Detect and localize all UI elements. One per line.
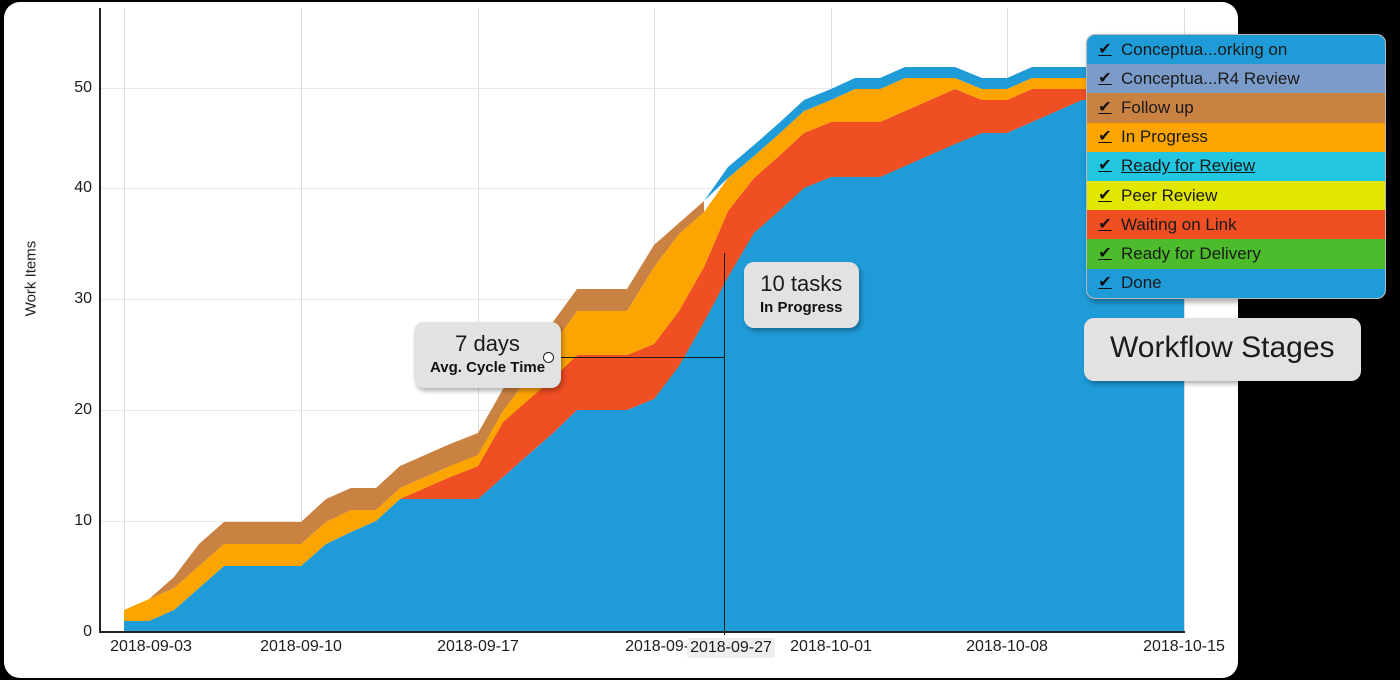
x-tick-label: 2018-10-15 <box>1143 638 1225 655</box>
x-tick-label: 2018-09-10 <box>260 638 342 655</box>
check-icon[interactable]: ✔ <box>1095 70 1115 87</box>
check-icon[interactable]: ✔ <box>1095 275 1115 291</box>
y-tick-label: 20 <box>74 401 92 418</box>
check-icon[interactable]: ✔ <box>1095 187 1115 204</box>
workflow-stages-legend[interactable]: ✔ Conceptua...orking on ✔ Conceptua...R4 Re… <box>1086 34 1386 299</box>
screenshot-root: Work Items 0 10 20 30 40 50 2018-09-03 2… <box>0 0 1400 680</box>
x-tick-label: 2018-09-17 <box>437 638 519 655</box>
crosshair-vertical-line <box>724 253 726 635</box>
y-tick-label: 0 <box>83 623 92 640</box>
legend-item-3[interactable]: ✔ In Progress <box>1087 122 1385 152</box>
legend-item-2[interactable]: ✔ Follow up <box>1087 93 1385 123</box>
y-tick-label: 10 <box>74 512 92 529</box>
tasks-tooltip: 10 tasks In Progress <box>744 262 859 329</box>
workflow-stages-title: Workflow Stages <box>1110 331 1335 364</box>
plot-area: Work Items 0 10 20 30 40 50 2018-09-03 2… <box>4 2 1238 678</box>
avg-cycle-time-value: 7 days <box>455 331 520 356</box>
x-tick-label: 2018-10-08 <box>966 638 1048 655</box>
x-tick-cursor-label: 2018-09-27 <box>687 638 775 658</box>
y-axis-ticks: 0 10 20 30 40 50 <box>26 2 92 678</box>
avg-cycle-time-tooltip: 7 days Avg. Cycle Time <box>414 322 562 389</box>
legend-item-label: Conceptua...orking on <box>1121 39 1288 59</box>
legend-item-label: Ready for Delivery <box>1121 243 1261 263</box>
legend-item-8[interactable]: ✔ Done <box>1087 268 1385 298</box>
stacked-area-chart <box>124 67 1184 632</box>
legend-item-label: Ready for Review <box>1121 156 1256 176</box>
legend-item-7[interactable]: ✔ Ready for Delivery <box>1087 239 1385 269</box>
check-icon[interactable]: ✔ <box>1095 216 1115 233</box>
check-icon[interactable]: ✔ <box>1095 99 1115 116</box>
tasks-label: In Progress <box>760 298 843 316</box>
legend-item-4[interactable]: ✔ Ready for Review <box>1087 151 1385 181</box>
cycle-time-marker-dot[interactable] <box>543 352 554 363</box>
check-icon[interactable]: ✔ <box>1095 41 1115 58</box>
y-tick-label: 30 <box>74 290 92 307</box>
avg-cycle-time-label: Avg. Cycle Time <box>430 358 546 376</box>
x-tick-label: 2018-09-03 <box>110 638 192 655</box>
legend-item-6[interactable]: ✔ Waiting on Link <box>1087 210 1385 240</box>
x-axis-line <box>99 631 1185 633</box>
tasks-value: 10 tasks <box>760 271 843 296</box>
y-axis-line <box>99 8 101 632</box>
workflow-stages-tooltip: Workflow Stages <box>1084 318 1361 381</box>
check-icon[interactable]: ✔ <box>1095 245 1115 262</box>
legend-item-label: Peer Review <box>1121 185 1218 205</box>
legend-item-label: Waiting on Link <box>1121 214 1237 234</box>
cycle-time-leader-line <box>552 357 725 359</box>
legend-item-label: Follow up <box>1121 97 1194 117</box>
check-icon[interactable]: ✔ <box>1095 129 1115 145</box>
check-icon[interactable]: ✔ <box>1095 158 1115 174</box>
x-tick-label: 2018-10-01 <box>790 638 872 655</box>
chart-card: Work Items 0 10 20 30 40 50 2018-09-03 2… <box>4 2 1238 678</box>
legend-item-label: Done <box>1121 273 1162 293</box>
legend-item-label: In Progress <box>1121 127 1208 147</box>
legend-item-label: Conceptua...R4 Review <box>1121 68 1300 88</box>
legend-item-5[interactable]: ✔ Peer Review <box>1087 180 1385 211</box>
y-tick-label: 50 <box>74 79 92 96</box>
legend-item-1[interactable]: ✔ Conceptua...R4 Review <box>1087 64 1385 94</box>
legend-item-0[interactable]: ✔ Conceptua...orking on <box>1087 35 1385 65</box>
y-tick-label: 40 <box>74 179 92 196</box>
